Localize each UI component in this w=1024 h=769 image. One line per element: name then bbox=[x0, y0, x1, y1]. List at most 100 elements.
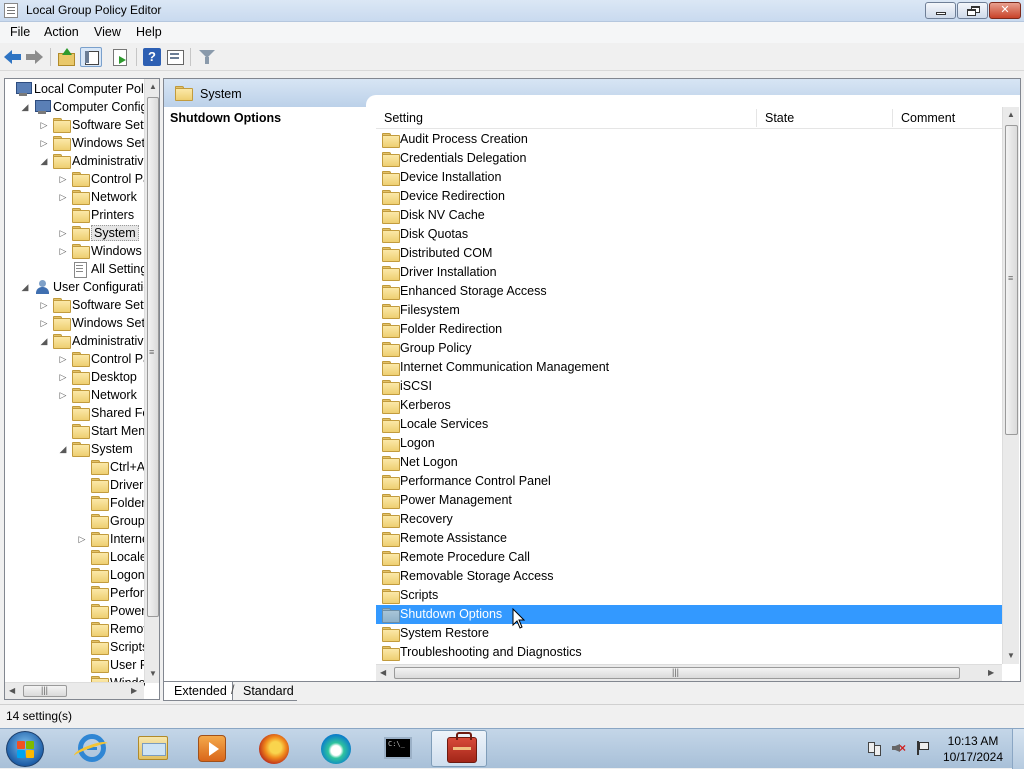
minimize-button[interactable] bbox=[925, 2, 956, 19]
expand-arrow-icon[interactable]: ▷ bbox=[58, 389, 68, 401]
tree-item[interactable]: ▷ Control Pa bbox=[5, 170, 150, 188]
tree-item[interactable]: ▷ Interne bbox=[5, 530, 149, 548]
list-item[interactable]: Logon bbox=[376, 434, 1002, 453]
start-button[interactable] bbox=[6, 731, 44, 767]
list-item[interactable]: Troubleshooting and Diagnostics bbox=[376, 643, 1002, 662]
list-item[interactable]: Credentials Delegation bbox=[376, 149, 1002, 168]
taskbar-firefox[interactable] bbox=[244, 730, 300, 767]
volume-muted-icon[interactable] bbox=[892, 741, 906, 755]
tree-item[interactable]: Shared Fol bbox=[5, 404, 152, 422]
tree-item[interactable]: Locale bbox=[5, 548, 147, 566]
list-item[interactable]: Filesystem bbox=[376, 301, 1002, 320]
list-item[interactable]: Internet Communication Management bbox=[376, 358, 1002, 377]
list-item[interactable]: Audit Process Creation bbox=[376, 130, 1002, 149]
system-clock[interactable]: 10:13 AM 10/17/2024 bbox=[940, 733, 1006, 765]
tree-item[interactable]: ◢ Administrative bbox=[5, 152, 151, 170]
tree-item[interactable]: ◢ Computer Config bbox=[5, 98, 148, 116]
action-center-flag-icon[interactable] bbox=[914, 741, 929, 755]
tree-item[interactable]: Local Computer Polic bbox=[5, 80, 153, 98]
tree-item[interactable]: Scripts bbox=[5, 638, 148, 656]
tab-standard[interactable]: Standard bbox=[231, 682, 297, 701]
tree-item[interactable]: ▷ Control Pa bbox=[5, 350, 150, 368]
expand-arrow-icon[interactable]: ▷ bbox=[39, 119, 49, 131]
forward-icon[interactable] bbox=[26, 48, 44, 66]
list-item[interactable]: Net Logon bbox=[376, 453, 1002, 472]
taskbar-media-player[interactable] bbox=[182, 730, 238, 767]
tree-item[interactable]: ▷ Software Setti bbox=[5, 116, 150, 134]
tree-item[interactable]: ▷ System bbox=[5, 224, 144, 242]
list-item[interactable]: Scripts bbox=[376, 586, 1002, 605]
menu-file[interactable]: File bbox=[10, 25, 30, 39]
list-vertical-scrollbar[interactable]: ▲ ≡ ▼ bbox=[1002, 107, 1019, 664]
expand-arrow-icon[interactable]: ▷ bbox=[58, 191, 68, 203]
close-button[interactable]: ✕ bbox=[989, 2, 1021, 19]
tree-vertical-scrollbar[interactable]: ▲ ≡ ▼ bbox=[144, 79, 159, 683]
tree-item[interactable]: Group bbox=[5, 512, 145, 530]
tree-item[interactable]: ◢ System bbox=[5, 440, 144, 458]
menu-view[interactable]: View bbox=[94, 25, 121, 39]
restore-button[interactable] bbox=[957, 2, 988, 19]
tree-item[interactable]: ▷ Windows ( bbox=[5, 242, 149, 260]
export-list-icon[interactable] bbox=[111, 48, 129, 66]
tree-item[interactable]: All Setting bbox=[5, 260, 147, 278]
tree-scroll-thumb[interactable] bbox=[147, 97, 159, 617]
expand-arrow-icon[interactable]: ▷ bbox=[39, 317, 49, 329]
expand-arrow-icon[interactable]: ▷ bbox=[39, 137, 49, 149]
tree-item[interactable]: Driver I bbox=[5, 476, 150, 494]
expand-arrow-icon[interactable]: ▷ bbox=[58, 353, 68, 365]
list-item[interactable]: Power Management bbox=[376, 491, 1002, 510]
list-item[interactable]: Removable Storage Access bbox=[376, 567, 1002, 586]
scroll-down-icon[interactable]: ▼ bbox=[149, 669, 157, 678]
column-comment[interactable]: Comment bbox=[901, 111, 955, 125]
list-item[interactable]: Device Installation bbox=[376, 168, 1002, 187]
list-item[interactable]: Locale Services bbox=[376, 415, 1002, 434]
scroll-down-icon[interactable]: ▼ bbox=[1007, 651, 1015, 660]
taskbar-command-prompt[interactable] bbox=[368, 730, 424, 767]
tree-item[interactable]: Start Menu bbox=[5, 422, 152, 440]
list-horizontal-scrollbar[interactable]: ◀ ||| ▶ bbox=[376, 664, 1002, 681]
list-item[interactable]: Kerberos bbox=[376, 396, 1002, 415]
list-item[interactable]: Recovery bbox=[376, 510, 1002, 529]
tree-item[interactable]: ▷ Network bbox=[5, 188, 144, 206]
scroll-right-icon[interactable]: ▶ bbox=[988, 668, 994, 677]
tree-item[interactable]: User Pr bbox=[5, 656, 152, 674]
tree-item[interactable]: ▷ Desktop bbox=[5, 368, 144, 386]
tree-item[interactable]: ◢ Administrative bbox=[5, 332, 151, 350]
taskbar-windows-explorer[interactable] bbox=[122, 730, 178, 767]
list-item[interactable]: Disk NV Cache bbox=[376, 206, 1002, 225]
list-item[interactable]: Distributed COM bbox=[376, 244, 1002, 263]
tree-item[interactable]: Perforn bbox=[5, 584, 151, 602]
scroll-left-icon[interactable]: ◀ bbox=[9, 686, 15, 695]
taskbar-edge[interactable] bbox=[306, 730, 362, 767]
tree-item[interactable]: Power bbox=[5, 602, 145, 620]
tree-item[interactable]: Ctrl+A bbox=[5, 458, 145, 476]
list-item[interactable]: Remote Assistance bbox=[376, 529, 1002, 548]
list-item[interactable]: Shutdown Options bbox=[376, 605, 1002, 624]
collapse-arrow-icon[interactable]: ◢ bbox=[20, 101, 30, 113]
scroll-up-icon[interactable]: ▲ bbox=[149, 82, 157, 91]
list-item[interactable]: Folder Redirection bbox=[376, 320, 1002, 339]
menu-help[interactable]: Help bbox=[136, 25, 162, 39]
taskbar-internet-explorer[interactable] bbox=[62, 730, 118, 767]
properties-icon[interactable] bbox=[166, 48, 184, 66]
show-hide-console-tree-icon[interactable] bbox=[80, 47, 102, 67]
tree-item[interactable]: Folder bbox=[5, 494, 145, 512]
filter-icon[interactable] bbox=[198, 48, 216, 66]
list-item[interactable]: Group Policy bbox=[376, 339, 1002, 358]
network-icon[interactable] bbox=[867, 741, 881, 756]
tree-horizontal-scrollbar[interactable]: ◀ ||| ▶ bbox=[5, 682, 144, 699]
list-item[interactable]: iSCSI bbox=[376, 377, 1002, 396]
tree-item[interactable]: Printers bbox=[5, 206, 144, 224]
expand-arrow-icon[interactable]: ▷ bbox=[39, 299, 49, 311]
scroll-right-icon[interactable]: ▶ bbox=[131, 686, 137, 695]
show-desktop-button[interactable] bbox=[1012, 729, 1024, 769]
expand-arrow-icon[interactable]: ▷ bbox=[58, 245, 68, 257]
collapse-arrow-icon[interactable]: ◢ bbox=[58, 443, 68, 455]
gpedit-app-icon[interactable] bbox=[4, 3, 18, 18]
tree-item[interactable]: Remov bbox=[5, 620, 150, 638]
list-item[interactable]: Remote Procedure Call bbox=[376, 548, 1002, 567]
list-item[interactable]: System Restore bbox=[376, 624, 1002, 643]
collapse-arrow-icon[interactable]: ◢ bbox=[39, 155, 49, 167]
collapse-arrow-icon[interactable]: ◢ bbox=[20, 281, 30, 293]
scroll-left-icon[interactable]: ◀ bbox=[380, 668, 386, 677]
